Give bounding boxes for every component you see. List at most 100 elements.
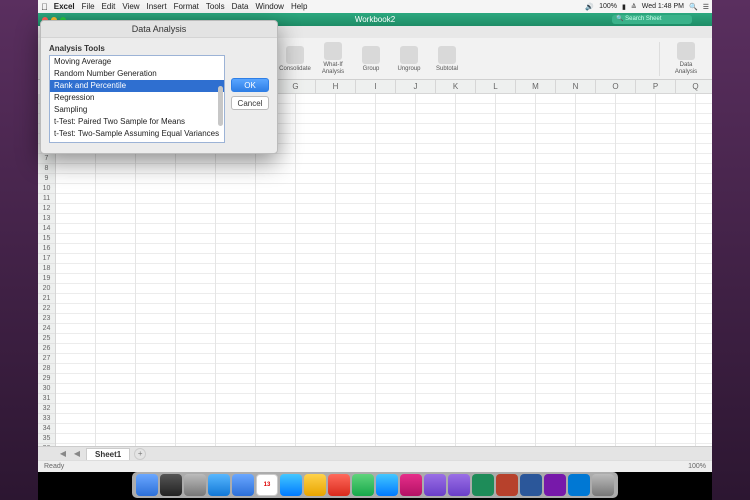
- row-header[interactable]: 11: [38, 194, 55, 204]
- dock-app-3[interactable]: [208, 474, 230, 496]
- wifi-icon[interactable]: ≙: [631, 3, 637, 11]
- dock-app-4[interactable]: [232, 474, 254, 496]
- row-header[interactable]: 10: [38, 184, 55, 194]
- col-header[interactable]: I: [356, 80, 396, 93]
- col-header[interactable]: O: [596, 80, 636, 93]
- row-header[interactable]: 21: [38, 294, 55, 304]
- dock-app-17[interactable]: [544, 474, 566, 496]
- sheet-nav-first[interactable]: ◀: [58, 449, 68, 458]
- row-header[interactable]: 31: [38, 394, 55, 404]
- row-header[interactable]: 35: [38, 434, 55, 444]
- row-header[interactable]: 7: [38, 154, 55, 164]
- dock-app-19[interactable]: [592, 474, 614, 496]
- dock-app-7[interactable]: [304, 474, 326, 496]
- row-header[interactable]: 33: [38, 414, 55, 424]
- analysis-tools-listbox[interactable]: Moving AverageRandom Number GenerationRa…: [49, 55, 225, 143]
- row-header[interactable]: 24: [38, 324, 55, 334]
- ribbon-btn-10[interactable]: Subtotal: [429, 40, 465, 78]
- row-header[interactable]: 22: [38, 304, 55, 314]
- row-header[interactable]: 30: [38, 384, 55, 394]
- dock-app-13[interactable]: [448, 474, 470, 496]
- col-header[interactable]: J: [396, 80, 436, 93]
- dock-app-0[interactable]: [136, 474, 158, 496]
- spotlight-icon[interactable]: 🔍: [689, 3, 698, 11]
- dock-app-8[interactable]: [328, 474, 350, 496]
- menu-window[interactable]: Window: [256, 2, 284, 11]
- ribbon-btn-7[interactable]: What-If Analysis: [315, 40, 351, 78]
- notification-center-icon[interactable]: ☰: [703, 3, 709, 11]
- dock-app-11[interactable]: [400, 474, 422, 496]
- menu-help[interactable]: Help: [291, 2, 307, 11]
- menu-data[interactable]: Data: [232, 2, 249, 11]
- battery-status[interactable]: 100%: [599, 3, 617, 10]
- analysis-option[interactable]: Rank and Percentile: [50, 80, 224, 92]
- row-header[interactable]: 29: [38, 374, 55, 384]
- clock[interactable]: Wed 1:48 PM: [642, 3, 684, 10]
- row-header[interactable]: 13: [38, 214, 55, 224]
- row-header[interactable]: 26: [38, 344, 55, 354]
- menu-tools[interactable]: Tools: [206, 2, 225, 11]
- dock-app-1[interactable]: [160, 474, 182, 496]
- ok-button[interactable]: OK: [231, 78, 269, 92]
- col-header[interactable]: Q: [676, 80, 712, 93]
- row-header[interactable]: 20: [38, 284, 55, 294]
- row-header[interactable]: 14: [38, 224, 55, 234]
- ribbon-btn-data-analysis[interactable]: DataAnalysis: [664, 40, 708, 78]
- menu-app[interactable]: Excel: [54, 2, 75, 11]
- row-header[interactable]: 32: [38, 404, 55, 414]
- dock-app-15[interactable]: [496, 474, 518, 496]
- menu-format[interactable]: Format: [174, 2, 199, 11]
- menu-insert[interactable]: Insert: [147, 2, 167, 11]
- col-header[interactable]: M: [516, 80, 556, 93]
- col-header[interactable]: K: [436, 80, 476, 93]
- row-header[interactable]: 17: [38, 254, 55, 264]
- apple-menu-icon[interactable]: : [41, 2, 48, 12]
- col-header[interactable]: L: [476, 80, 516, 93]
- zoom-level[interactable]: 100%: [688, 461, 706, 472]
- dock-app-6[interactable]: [280, 474, 302, 496]
- sheet-nav-prev[interactable]: ◀: [72, 449, 82, 458]
- analysis-option[interactable]: t-Test: Two-Sample Assuming Unequal Vari…: [50, 140, 224, 143]
- col-header[interactable]: G: [276, 80, 316, 93]
- row-header[interactable]: 19: [38, 274, 55, 284]
- new-sheet-button[interactable]: +: [134, 448, 146, 460]
- col-header[interactable]: H: [316, 80, 356, 93]
- row-header[interactable]: 8: [38, 164, 55, 174]
- listbox-scrollbar[interactable]: [218, 86, 223, 126]
- analysis-option[interactable]: t-Test: Two-Sample Assuming Equal Varian…: [50, 128, 224, 140]
- dock-app-18[interactable]: [568, 474, 590, 496]
- col-header[interactable]: N: [556, 80, 596, 93]
- row-header[interactable]: 9: [38, 174, 55, 184]
- analysis-option[interactable]: Sampling: [50, 104, 224, 116]
- dock-app-14[interactable]: [472, 474, 494, 496]
- dock-app-9[interactable]: [352, 474, 374, 496]
- cancel-button[interactable]: Cancel: [231, 96, 269, 110]
- row-header[interactable]: 34: [38, 424, 55, 434]
- row-header[interactable]: 23: [38, 314, 55, 324]
- search-sheet-input[interactable]: 🔍 Search Sheet: [612, 15, 692, 24]
- row-header[interactable]: 25: [38, 334, 55, 344]
- sheet-tab-active[interactable]: Sheet1: [86, 448, 130, 460]
- ribbon-btn-9[interactable]: Ungroup: [391, 40, 427, 78]
- analysis-option[interactable]: Regression: [50, 92, 224, 104]
- menu-view[interactable]: View: [122, 2, 139, 11]
- ribbon-btn-8[interactable]: Group: [353, 40, 389, 78]
- dock-app-10[interactable]: [376, 474, 398, 496]
- row-header[interactable]: 15: [38, 234, 55, 244]
- col-header[interactable]: P: [636, 80, 676, 93]
- menu-edit[interactable]: Edit: [102, 2, 116, 11]
- dock-app-2[interactable]: [184, 474, 206, 496]
- menu-file[interactable]: File: [82, 2, 95, 11]
- analysis-option[interactable]: Moving Average: [50, 56, 224, 68]
- dock-app-5[interactable]: 13: [256, 474, 278, 496]
- row-header[interactable]: 16: [38, 244, 55, 254]
- row-header[interactable]: 18: [38, 264, 55, 274]
- dock-app-16[interactable]: [520, 474, 542, 496]
- volume-icon[interactable]: 🔊: [585, 3, 594, 11]
- row-header[interactable]: 28: [38, 364, 55, 374]
- row-header[interactable]: 27: [38, 354, 55, 364]
- dock-app-12[interactable]: [424, 474, 446, 496]
- ribbon-btn-6[interactable]: Consolidate: [277, 40, 313, 78]
- analysis-option[interactable]: Random Number Generation: [50, 68, 224, 80]
- analysis-option[interactable]: t-Test: Paired Two Sample for Means: [50, 116, 224, 128]
